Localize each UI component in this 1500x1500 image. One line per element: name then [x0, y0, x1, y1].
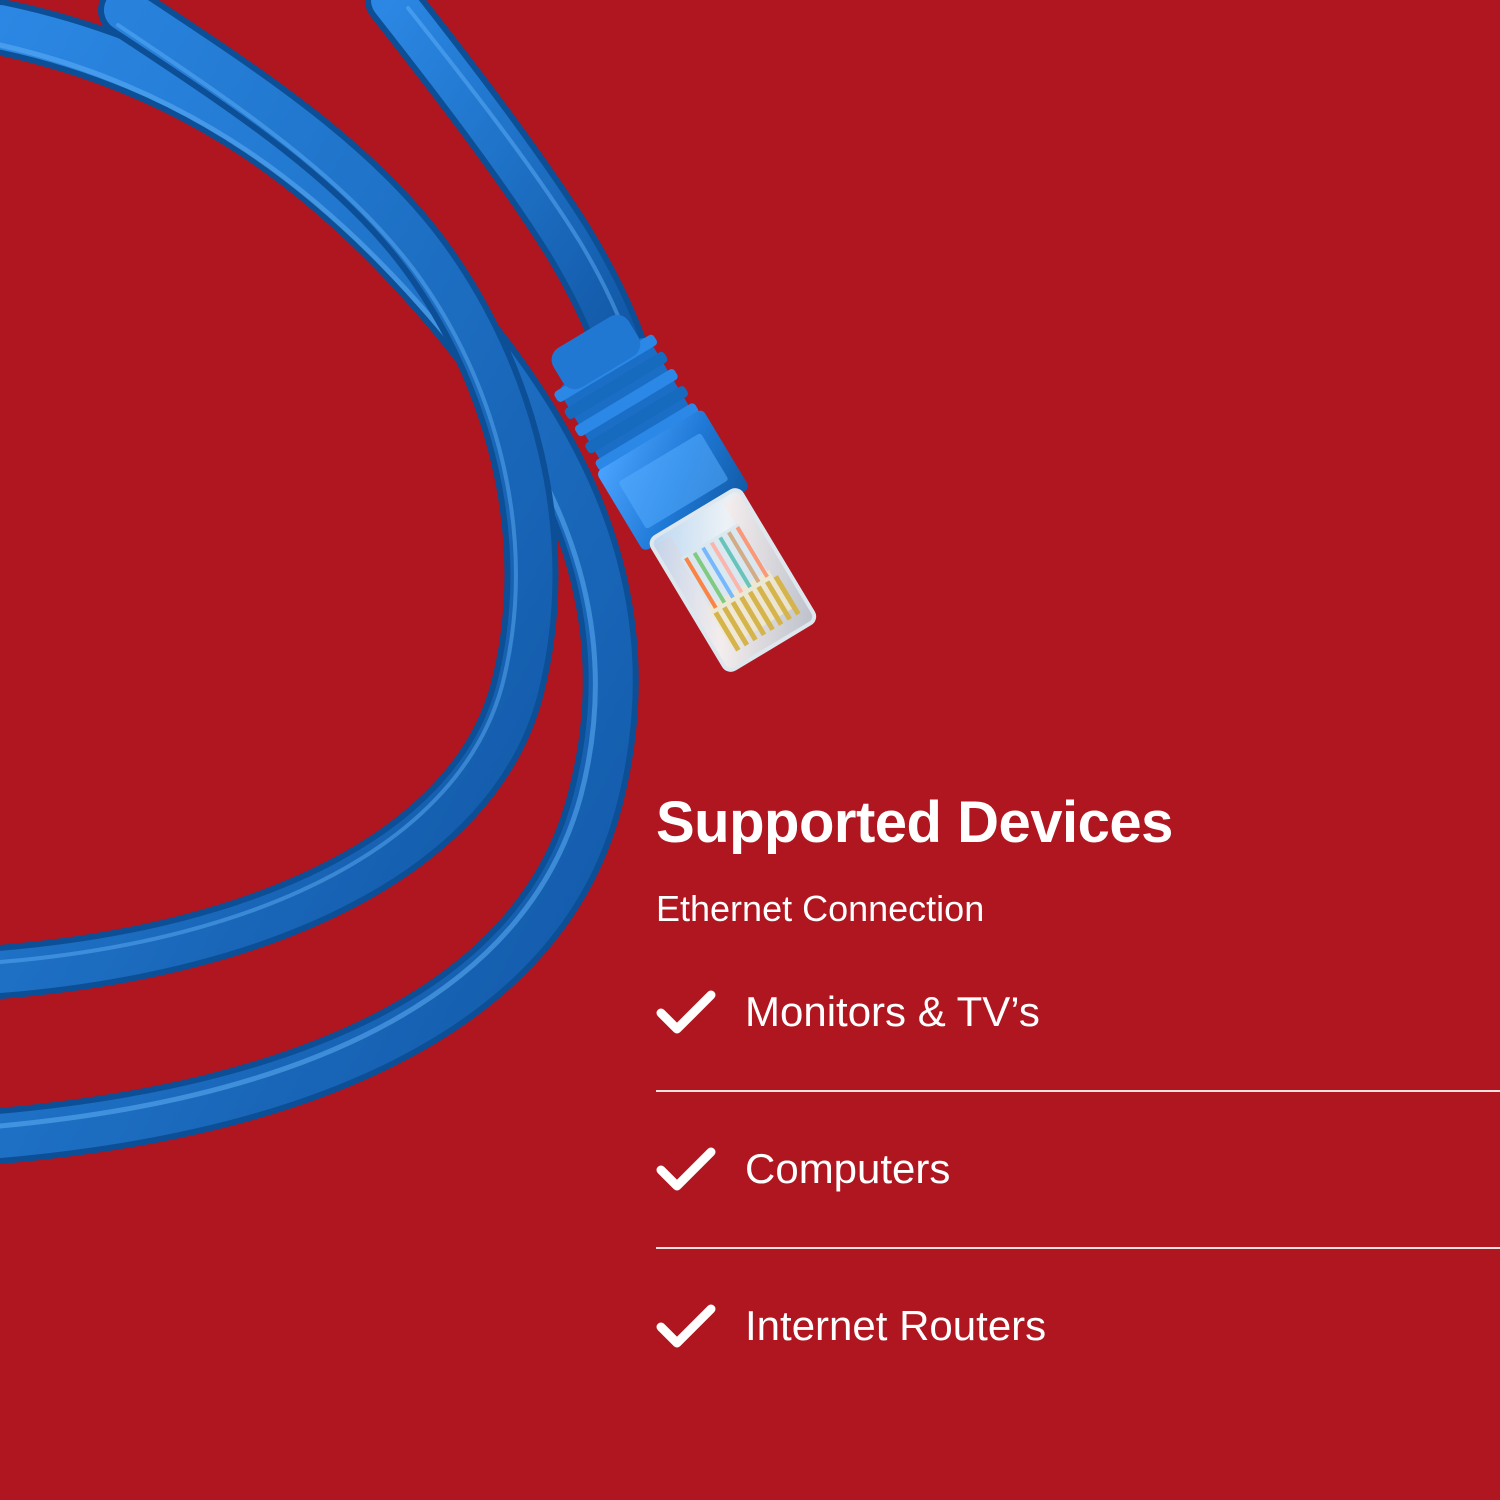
supported-devices-list: Monitors & TV’s Computers Internet Route…	[656, 982, 1500, 1453]
product-feature-canvas: Supported Devices Ethernet Connection Mo…	[0, 0, 1500, 1500]
list-item: Monitors & TV’s	[656, 982, 1500, 1139]
divider	[656, 1247, 1500, 1249]
list-item-label: Monitors & TV’s	[745, 988, 1040, 1035]
list-item-label: Internet Routers	[745, 1302, 1047, 1349]
divider	[656, 1090, 1500, 1092]
list-item-label: Computers	[745, 1145, 951, 1192]
list-item: Computers	[656, 1139, 1500, 1296]
page-title: Supported Devices	[656, 790, 1173, 855]
connection-type-subtitle: Ethernet Connection	[656, 888, 985, 929]
check-icon	[656, 990, 716, 1034]
list-item: Internet Routers	[656, 1296, 1500, 1453]
supported-devices-panel: Supported Devices Ethernet Connection Mo…	[656, 786, 1500, 1349]
check-icon	[656, 1304, 716, 1348]
check-icon	[656, 1147, 716, 1191]
